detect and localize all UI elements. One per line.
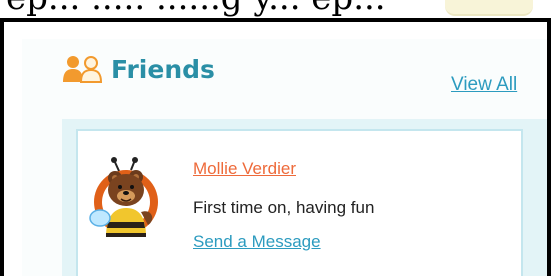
friends-icon	[63, 56, 103, 83]
bear-bee-avatar[interactable]	[88, 150, 174, 246]
bee-wing	[89, 209, 111, 227]
cropped-header-strip: ep... ..... ......g y... ep...	[0, 0, 551, 18]
friends-widget-page: ep... ..... ......g y... ep... Friends V…	[0, 0, 551, 276]
page-frame-right-border	[547, 18, 551, 276]
bear-head	[108, 174, 144, 206]
send-message-link[interactable]: Send a Message	[193, 231, 321, 253]
bee-antennae	[111, 157, 138, 172]
cropped-yellow-box	[445, 0, 533, 16]
friend-name-link[interactable]: Mollie Verdier	[193, 158, 296, 180]
friends-icon-back-person	[79, 56, 103, 83]
friend-status-text: First time on, having fun	[193, 198, 375, 217]
friends-icon-front-person	[63, 56, 83, 82]
view-all-link[interactable]: View All	[451, 73, 517, 97]
friends-title: Friends	[111, 55, 215, 84]
cropped-header-text: ep... ..... ......g y... ep...	[6, 0, 386, 15]
